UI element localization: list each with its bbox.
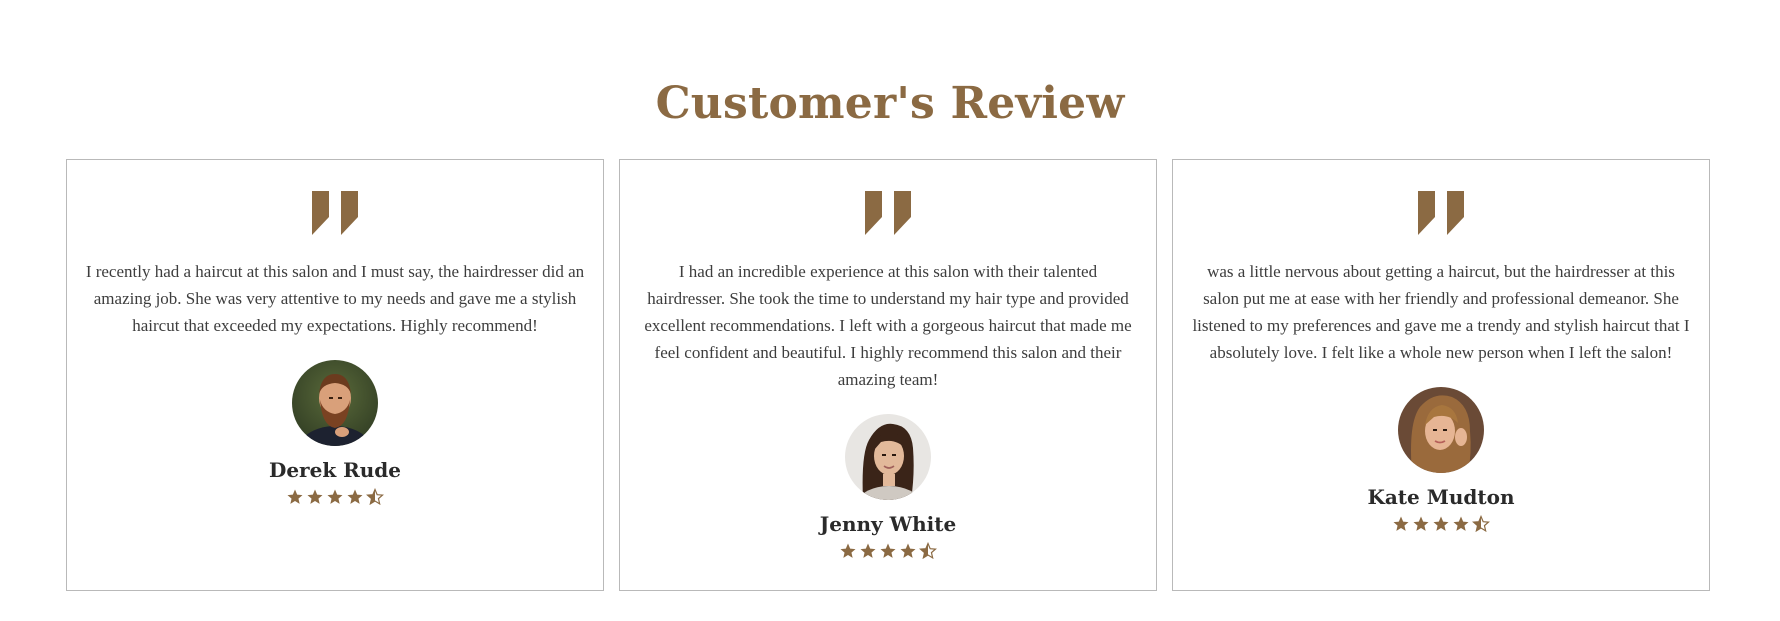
quote-icon — [1418, 191, 1464, 235]
star-full-icon — [840, 543, 856, 558]
review-text: I recently had a haircut at this salon a… — [85, 262, 585, 335]
review-text: was a little nervous about getting a hai… — [1192, 262, 1690, 362]
reviewer-name: Derek Rude — [268, 458, 402, 482]
star-full-icon — [1433, 516, 1449, 531]
review-text: I had an incredible experience at this s… — [644, 262, 1132, 389]
quote-icon — [312, 191, 358, 235]
star-full-icon — [1393, 516, 1409, 531]
star-half-icon — [366, 488, 384, 506]
star-full-icon — [900, 543, 916, 558]
avatar — [1398, 387, 1484, 473]
quote-icon — [865, 191, 911, 235]
section-title: Customer's Review — [655, 78, 1125, 129]
reviews-list: I recently had a haircut at this salon a… — [66, 159, 1714, 593]
avatar — [292, 360, 378, 446]
star-full-icon — [327, 489, 343, 504]
star-full-icon — [347, 489, 363, 504]
star-full-icon — [307, 489, 323, 504]
star-rating — [286, 488, 384, 506]
reviewer-name: Kate Mudton — [1367, 485, 1515, 509]
star-full-icon — [860, 543, 876, 558]
review-card: was a little nervous about getting a hai… — [1172, 159, 1710, 591]
star-rating — [1392, 515, 1490, 533]
review-card: I had an incredible experience at this s… — [619, 159, 1157, 591]
star-full-icon — [1413, 516, 1429, 531]
review-card: I recently had a haircut at this salon a… — [66, 159, 604, 591]
star-rating — [839, 542, 937, 560]
star-full-icon — [1453, 516, 1469, 531]
avatar — [845, 414, 931, 500]
star-half-icon — [919, 542, 937, 560]
reviewer-name: Jenny White — [819, 512, 957, 536]
star-full-icon — [880, 543, 896, 558]
star-full-icon — [287, 489, 303, 504]
star-half-icon — [1472, 515, 1490, 533]
